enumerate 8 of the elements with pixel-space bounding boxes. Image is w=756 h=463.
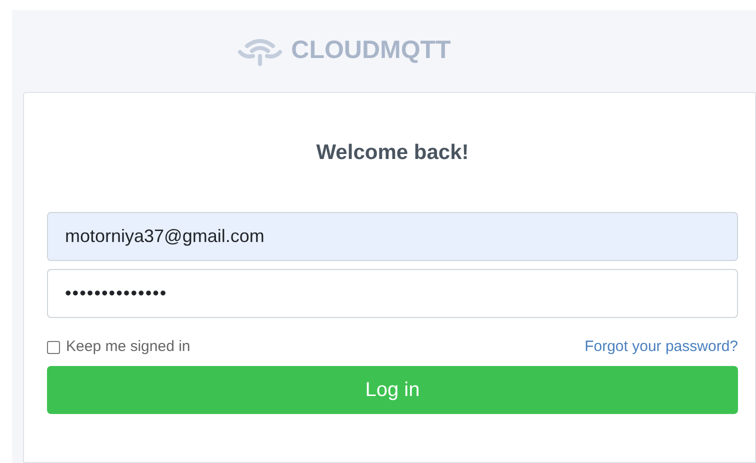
checkbox-label: Keep me signed in — [66, 336, 190, 357]
card-title: Welcome back! — [316, 140, 469, 166]
password-field[interactable]: •••••••••••••• — [47, 269, 738, 318]
logo-text: CLOUDMQTT — [291, 35, 451, 66]
email-field[interactable]: motorniya37@gmail.com — [47, 212, 738, 261]
checkbox[interactable] — [47, 340, 60, 354]
forgot-password-link[interactable]: Forgot your password? — [584, 336, 738, 358]
wifi-cloud-logo-icon — [237, 36, 284, 66]
